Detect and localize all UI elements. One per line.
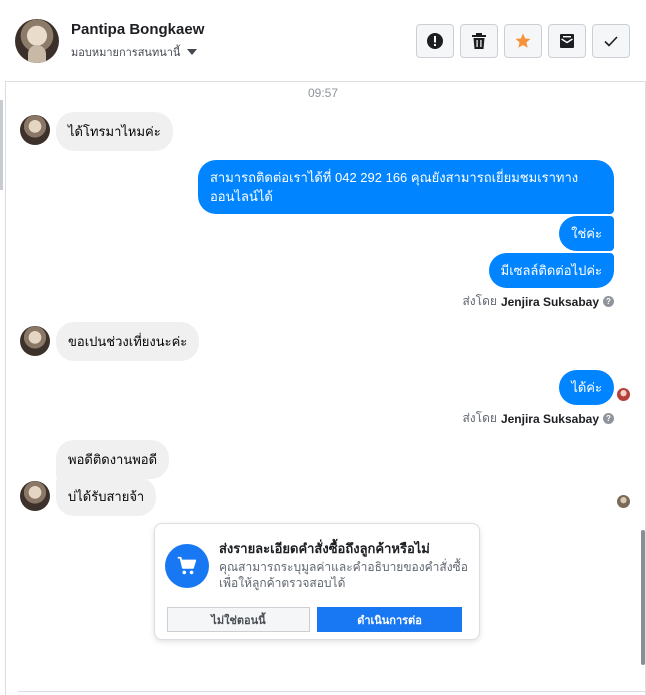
contact-name[interactable]: Pantipa Bongkaew (71, 21, 204, 38)
spam-button[interactable] (416, 24, 454, 58)
caret-down-icon (187, 49, 198, 55)
help-icon[interactable]: ? (603, 296, 614, 307)
delete-button[interactable] (460, 24, 498, 58)
mark-unread-button[interactable] (548, 24, 586, 58)
outgoing-message: มีเซลล์ติดต่อไปค่ะ (488, 253, 614, 288)
sent-by-prefix: ส่งโดย (462, 294, 497, 308)
seen-avatar (617, 495, 630, 508)
assign-label: มอบหมายการสนทนานี้ (71, 47, 181, 59)
outgoing-message: ได้ค่ะ (559, 370, 614, 405)
order-details-prompt: ส่งรายละเอียดคำสั่งซื้อถึงลูกค้าหรือไม่ … (154, 523, 480, 640)
star-icon (515, 33, 531, 48)
sender-name[interactable]: Jenjira Suksabay (501, 412, 599, 426)
contact-avatar-small (20, 481, 50, 511)
card-title: ส่งรายละเอียดคำสั่งซื้อถึงลูกค้าหรือไม่ (219, 541, 430, 556)
follow-up-button[interactable] (504, 24, 542, 58)
card-description: คุณสามารถระบุมูลค่าและคำอธิบายของคำสั่งซ… (219, 560, 468, 590)
continue-button[interactable]: ดำเนินการต่อ (317, 607, 462, 632)
help-icon[interactable]: ? (603, 413, 614, 424)
not-now-button[interactable]: ไม่ใช่ตอนนี้ (167, 607, 310, 632)
sent-by-label: ส่งโดย Jenjira Suksabay ? (462, 292, 614, 311)
left-scroll-track (0, 100, 3, 190)
check-icon (604, 36, 618, 47)
mark-unread-icon (560, 34, 574, 48)
contact-avatar-small (20, 326, 50, 356)
incoming-message: พอดีติดงานพอดี (56, 440, 170, 479)
incoming-message: บ่ได้รับสายจ้า (56, 477, 157, 516)
sender-name[interactable]: Jenjira Suksabay (501, 295, 599, 309)
contact-avatar[interactable] (15, 19, 59, 63)
trash-icon (472, 33, 486, 49)
card-icon-circle (165, 544, 209, 588)
shopping-cart-icon (177, 556, 197, 575)
outgoing-message: ใช่ค่ะ (559, 216, 614, 251)
message-timestamp: 09:57 (307, 86, 339, 100)
composer-divider (18, 691, 646, 692)
conversation-header: Pantipa Bongkaew มอบหมายการสนทนานี้ (5, 0, 646, 82)
assign-conversation-dropdown[interactable]: มอบหมายการสนทนานี้ (71, 43, 198, 61)
incoming-message: ได้โทรมาไหมค่ะ (56, 112, 173, 151)
header-actions (416, 24, 630, 58)
incoming-message: ขอเปนช่วงเที่ยงนะค่ะ (56, 322, 200, 361)
done-button[interactable] (592, 24, 630, 58)
chat-scrollbar[interactable] (641, 530, 645, 665)
alert-icon (427, 33, 443, 49)
contact-avatar-small (20, 115, 50, 145)
sent-by-label: ส่งโดย Jenjira Suksabay ? (462, 409, 614, 428)
outgoing-message: สามารถติดต่อเราได้ที่ 042 292 166 คุณยัง… (198, 160, 614, 214)
seen-avatar (617, 388, 630, 401)
sent-by-prefix: ส่งโดย (462, 411, 497, 425)
